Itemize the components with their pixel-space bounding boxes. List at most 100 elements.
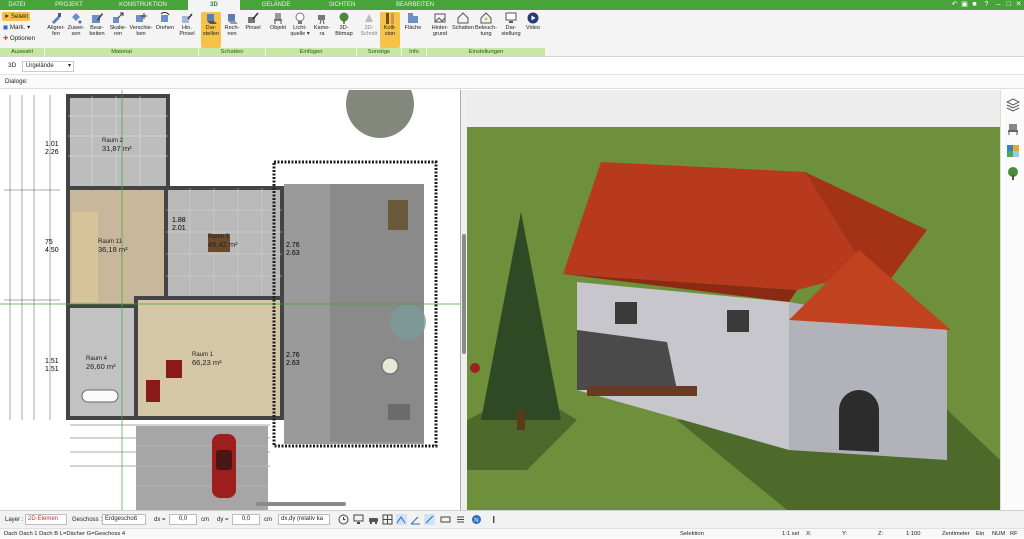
insert-bitmap-button[interactable]: 3D- Bitmap bbox=[333, 12, 355, 37]
dy-input[interactable]: 0,0 bbox=[232, 514, 260, 525]
status-toolbar: Layer : 2D-Elemen Geschoss : Erdgeschoß … bbox=[0, 510, 1024, 528]
3d-view[interactable] bbox=[467, 90, 1000, 510]
eyedropper-icon bbox=[52, 13, 61, 24]
tab-projekt[interactable]: PROJEKT bbox=[44, 0, 94, 10]
insert-camera-button[interactable]: Kame- ra bbox=[312, 12, 332, 37]
material-edit-button[interactable]: Bear- beiten bbox=[87, 12, 107, 37]
insert-object-button[interactable]: Objekt bbox=[267, 12, 289, 31]
dy-label: dy = bbox=[217, 517, 229, 523]
bulb-icon bbox=[295, 12, 305, 24]
camera-icon bbox=[318, 15, 325, 24]
group-schatten: Schatten bbox=[199, 48, 265, 56]
dimension-label: 1.88 bbox=[172, 217, 186, 224]
dimension-label: 1.01 bbox=[45, 141, 59, 148]
layers-icon[interactable] bbox=[1006, 98, 1020, 112]
maximize-icon[interactable]: □ bbox=[1004, 1, 1013, 9]
room-area: 31,87 m² bbox=[102, 144, 132, 153]
shadow-settings-button[interactable]: Schatten bbox=[452, 12, 474, 31]
layer-label: Layer : bbox=[5, 517, 24, 523]
tab-sichten[interactable]: SICHTEN bbox=[312, 0, 372, 10]
brush-icon bbox=[182, 13, 193, 23]
grid-icon[interactable] bbox=[382, 514, 393, 525]
view-mode-label: 3D bbox=[8, 62, 17, 69]
keyboard-icon[interactable] bbox=[440, 514, 451, 525]
dimension-label: 2.63 bbox=[286, 250, 300, 257]
background-button[interactable]: Hinter- grund bbox=[428, 12, 452, 37]
car-icon[interactable] bbox=[368, 514, 379, 525]
lighting-button[interactable]: Beleuch- tung bbox=[475, 12, 497, 37]
room-area: 66,23 m² bbox=[192, 358, 222, 367]
monitor-icon[interactable] bbox=[353, 514, 364, 525]
dimension-label: 2.26 bbox=[45, 149, 59, 156]
chevron-down-icon: ▾ bbox=[67, 63, 71, 69]
tab-gelaende[interactable]: GELÄNDE bbox=[246, 0, 306, 10]
clock-icon[interactable] bbox=[338, 514, 349, 525]
snap-icon[interactable] bbox=[396, 514, 407, 525]
floor-select[interactable]: Erdgeschoß bbox=[102, 514, 146, 525]
minimize-icon[interactable]: – bbox=[994, 1, 1003, 9]
ortho-icon[interactable] bbox=[424, 514, 435, 525]
terrain-select[interactable]: Urgelände ▾ bbox=[22, 61, 74, 72]
north-icon[interactable]: N bbox=[471, 514, 482, 525]
help-icon[interactable]: ? bbox=[982, 1, 991, 9]
collision-button[interactable]: Kolli- sion bbox=[380, 12, 400, 48]
material-pick-button[interactable]: Aligrei- fen bbox=[46, 12, 66, 37]
svg-text:N: N bbox=[474, 518, 478, 524]
tree-icon bbox=[339, 12, 349, 24]
info-icon[interactable] bbox=[488, 514, 499, 525]
tab-bearbeiten[interactable]: BEARBEITEN bbox=[380, 0, 450, 10]
display-settings-button[interactable]: Dar- stellung bbox=[499, 12, 523, 37]
select-button[interactable]: ➤ Selekt bbox=[2, 12, 31, 21]
collision-icon bbox=[386, 13, 394, 24]
shadow-display-button[interactable]: Dar- stellen bbox=[201, 12, 221, 48]
shadow-calc-button[interactable]: Rech- nen bbox=[222, 12, 242, 37]
chair-icon[interactable] bbox=[1006, 122, 1020, 136]
dimension-label: 2.01 bbox=[172, 225, 186, 232]
close-icon[interactable]: ✕ bbox=[1014, 1, 1023, 9]
dimension-label: 1.51 bbox=[45, 366, 59, 373]
shadow-brush-button[interactable]: Pinsel bbox=[243, 12, 263, 31]
scrollbar-thumb[interactable] bbox=[462, 234, 466, 354]
settings-icon[interactable]: ■ bbox=[970, 1, 979, 9]
material-rotate-button[interactable]: Drehen bbox=[154, 12, 176, 31]
scale-icon bbox=[113, 12, 124, 23]
section-3d-button[interactable]: 3D- Schnitt bbox=[358, 12, 380, 37]
group-sonstige: Sonstige bbox=[357, 48, 401, 56]
relative-mode-select[interactable]: dx,dy (relativ ka bbox=[278, 514, 330, 525]
dy-unit: cm bbox=[264, 517, 272, 523]
tree-icon[interactable] bbox=[1006, 166, 1020, 180]
menu-bar: DATEI PROJEKT KONSTRUKTION 3D GELÄNDE SI… bbox=[0, 0, 1024, 10]
material-assign-button[interactable]: Zuwei- sen bbox=[67, 12, 85, 37]
floor-plan-drawing[interactable]: Raum 2 31,87 m² Raum 11 36,18 m² Raum 3 … bbox=[0, 90, 461, 510]
dimension-label: 75 bbox=[45, 239, 53, 246]
area-button[interactable]: Fläche bbox=[403, 12, 423, 31]
mark-button[interactable]: ◼ Mark. ▾ bbox=[3, 23, 30, 32]
3d-sidebar bbox=[1000, 90, 1024, 510]
material-palette-icon[interactable] bbox=[1006, 144, 1020, 158]
options-button[interactable]: ✚ Optionen bbox=[3, 34, 35, 43]
material-brush-button[interactable]: Hin. Pinsel bbox=[177, 12, 197, 37]
layer-select[interactable]: 2D-Elemen bbox=[25, 514, 67, 525]
paint-bucket-icon bbox=[72, 13, 82, 24]
background-icon bbox=[434, 13, 446, 23]
3d-scene[interactable] bbox=[467, 90, 1000, 510]
calculate-shadow-icon bbox=[228, 14, 238, 24]
tab-datei[interactable]: DATEI bbox=[0, 0, 34, 10]
tab-konstruktion[interactable]: KONSTRUKTION bbox=[104, 0, 182, 10]
video-button[interactable]: Video bbox=[523, 12, 543, 31]
tab-3d[interactable]: 3D bbox=[188, 0, 240, 10]
floor-plan-view[interactable]: Raum 2 31,87 m² Raum 11 36,18 m² Raum 3 … bbox=[0, 90, 461, 510]
lighting-icon bbox=[480, 12, 492, 24]
insert-light-button[interactable]: Licht- quelle ▾ bbox=[289, 12, 311, 37]
dialog-label: Dialoge: bbox=[5, 78, 28, 85]
horizontal-scrollbar[interactable] bbox=[256, 502, 346, 506]
undo-icon[interactable]: ↶ bbox=[950, 1, 959, 9]
angle-icon[interactable] bbox=[410, 514, 421, 525]
app-icon[interactable]: ▣ bbox=[960, 1, 969, 9]
list-icon[interactable] bbox=[455, 514, 466, 525]
dx-input[interactable]: 0,0 bbox=[169, 514, 197, 525]
area-icon bbox=[408, 13, 418, 23]
shadow-brush-icon bbox=[248, 12, 259, 23]
material-move-button[interactable]: Verschie- ben bbox=[129, 12, 153, 37]
material-scale-button[interactable]: Skalie- ren bbox=[108, 12, 128, 37]
